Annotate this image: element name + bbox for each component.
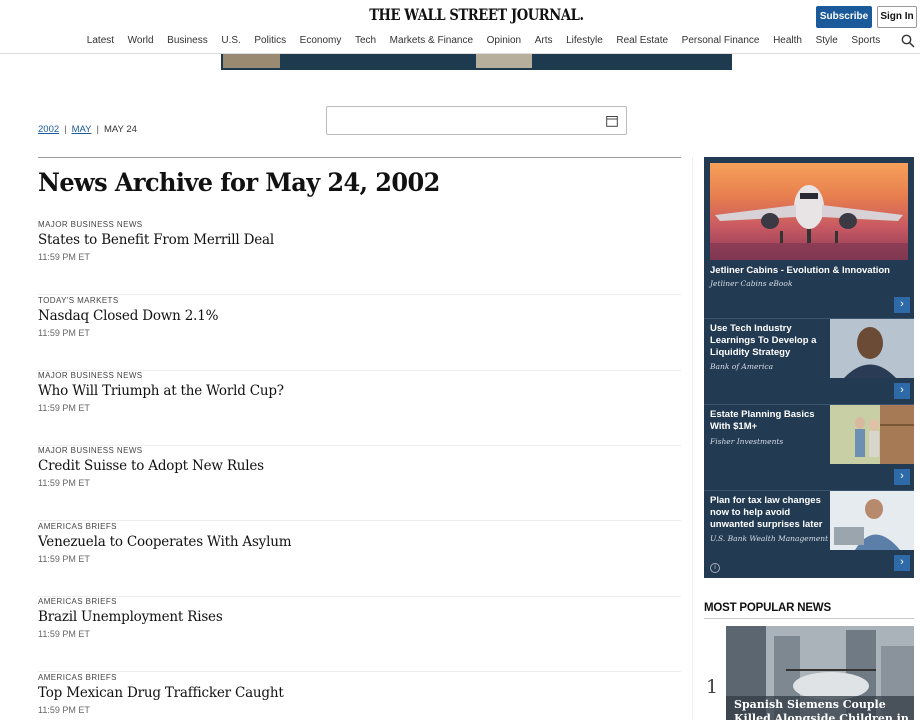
nav-sports[interactable]: Sports [845, 35, 888, 46]
ad-sponsor: Jetliner Cabins eBook [710, 279, 793, 288]
ad-sponsor: Fisher Investments [710, 437, 784, 446]
article-category: MAJOR BUSINESS NEWS [38, 220, 143, 229]
article-time: 11:59 PM ET [38, 629, 90, 639]
article-headline[interactable]: Who Will Triumph at the World Cup? [38, 383, 284, 399]
ad-sponsor: Bank of America [710, 362, 774, 371]
nav-business[interactable]: Business [160, 35, 214, 46]
ad-sponsor: U.S. Bank Wealth Management [710, 534, 829, 543]
ad-choices-icon[interactable]: i [710, 563, 720, 573]
nav-lifestyle[interactable]: Lifestyle [559, 35, 609, 46]
page-title: News Archive for May 24, 2002 [38, 168, 440, 197]
article-category: MAJOR BUSINESS NEWS [38, 371, 143, 380]
breadcrumb-month[interactable]: MAY [72, 124, 92, 135]
article-category: AMERICAS BRIEFS [38, 522, 117, 531]
article-category: AMERICAS BRIEFS [38, 597, 117, 606]
article-item: MAJOR BUSINESS NEWS Credit Suisse to Ado… [38, 446, 681, 521]
article-category: AMERICAS BRIEFS [38, 673, 117, 682]
ad-arrow-button[interactable]: › [894, 555, 910, 571]
ad-arrow-button[interactable]: › [894, 469, 910, 485]
most-popular-heading: MOST POPULAR NEWS [704, 602, 831, 614]
ad-laptop-image[interactable] [830, 491, 914, 550]
article-time: 11:59 PM ET [38, 705, 90, 715]
article-category: TODAY'S MARKETS [38, 296, 119, 305]
nav-health[interactable]: Health [766, 35, 809, 46]
ad-portrait-image[interactable] [830, 319, 914, 378]
masthead-logo[interactable]: THE WALL STREET JOURNAL. [86, 5, 867, 24]
ad-arrow-button[interactable]: › [894, 297, 910, 313]
main-nav: Latest World Business U.S. Politics Econ… [80, 35, 887, 46]
nav-style[interactable]: Style [809, 35, 845, 46]
article-time: 11:59 PM ET [38, 328, 90, 338]
ad-arrow-button[interactable]: › [894, 383, 910, 399]
column-divider [692, 157, 693, 720]
nav-opinion[interactable]: Opinion [480, 35, 528, 46]
article-headline[interactable]: Top Mexican Drug Trafficker Caught [38, 685, 284, 701]
article-headline[interactable]: Brazil Unemployment Rises [38, 609, 223, 625]
article-headline[interactable]: Venezuela to Cooperates With Asylum [38, 534, 292, 550]
top-header: THE WALL STREET JOURNAL. Subscribe Sign … [0, 0, 920, 54]
article-item: AMERICAS BRIEFS Top Mexican Drug Traffic… [38, 673, 681, 720]
ad-thumbnail [476, 54, 532, 68]
article-item: MAJOR BUSINESS NEWS Who Will Triumph at … [38, 371, 681, 446]
ad-title[interactable]: Jetliner Cabins - Evolution & Innovation [710, 265, 910, 277]
article-item: AMERICAS BRIEFS Venezuela to Cooperates … [38, 522, 681, 597]
article-time: 11:59 PM ET [38, 252, 90, 262]
ad-couple-image[interactable] [830, 405, 914, 464]
article-headline[interactable]: Nasdaq Closed Down 2.1% [38, 308, 218, 324]
nav-world[interactable]: World [121, 35, 161, 46]
article-headline[interactable]: Credit Suisse to Adopt New Rules [38, 458, 264, 474]
ad-hero-image[interactable] [710, 163, 908, 260]
ad-title[interactable]: Use Tech Industry Learnings To Develop a… [710, 323, 828, 359]
breadcrumb-separator: | [64, 124, 67, 135]
popular-rank: 1 [706, 676, 719, 698]
breadcrumb-day: MAY 24 [103, 124, 137, 135]
nav-politics[interactable]: Politics [248, 35, 293, 46]
ad-thumbnail [223, 54, 280, 68]
breadcrumb-separator: | [96, 124, 99, 135]
calendar-icon[interactable] [606, 115, 618, 127]
date-picker-input[interactable] [326, 106, 627, 135]
article-headline[interactable]: States to Benefit From Merrill Deal [38, 232, 274, 248]
ad-title[interactable]: Plan for tax law changes now to help avo… [710, 495, 834, 531]
article-item: AMERICAS BRIEFS Brazil Unemployment Rise… [38, 597, 681, 672]
nav-markets-finance[interactable]: Markets & Finance [383, 35, 480, 46]
section-divider [38, 157, 681, 158]
nav-us[interactable]: U.S. [215, 35, 248, 46]
section-divider [704, 618, 914, 619]
breadcrumb: 2002 | MAY | MAY 24 [38, 124, 137, 135]
nav-personal-finance[interactable]: Personal Finance [675, 35, 766, 46]
top-ad-banner[interactable] [221, 54, 732, 70]
search-icon[interactable] [901, 34, 915, 48]
article-time: 11:59 PM ET [38, 554, 90, 564]
nav-real-estate[interactable]: Real Estate [610, 35, 675, 46]
article-time: 11:59 PM ET [38, 478, 90, 488]
article-time: 11:59 PM ET [38, 403, 90, 413]
nav-tech[interactable]: Tech [348, 35, 383, 46]
subscribe-button[interactable]: Subscribe [816, 6, 872, 28]
breadcrumb-year[interactable]: 2002 [38, 124, 59, 135]
nav-arts[interactable]: Arts [528, 35, 559, 46]
sign-in-button[interactable]: Sign In [877, 6, 917, 28]
article-item: TODAY'S MARKETS Nasdaq Closed Down 2.1% … [38, 296, 681, 371]
sidebar-ad-block: Jetliner Cabins - Evolution & Innovation… [704, 157, 914, 578]
article-category: MAJOR BUSINESS NEWS [38, 446, 143, 455]
airplane-image [710, 185, 908, 260]
ad-title[interactable]: Estate Planning Basics With $1M+ [710, 409, 828, 433]
nav-economy[interactable]: Economy [293, 35, 348, 46]
article-item: MAJOR BUSINESS NEWS States to Benefit Fr… [38, 220, 681, 295]
nav-latest[interactable]: Latest [80, 35, 121, 46]
popular-headline[interactable]: Spanish Siemens Couple Killed Alongside … [734, 698, 914, 720]
